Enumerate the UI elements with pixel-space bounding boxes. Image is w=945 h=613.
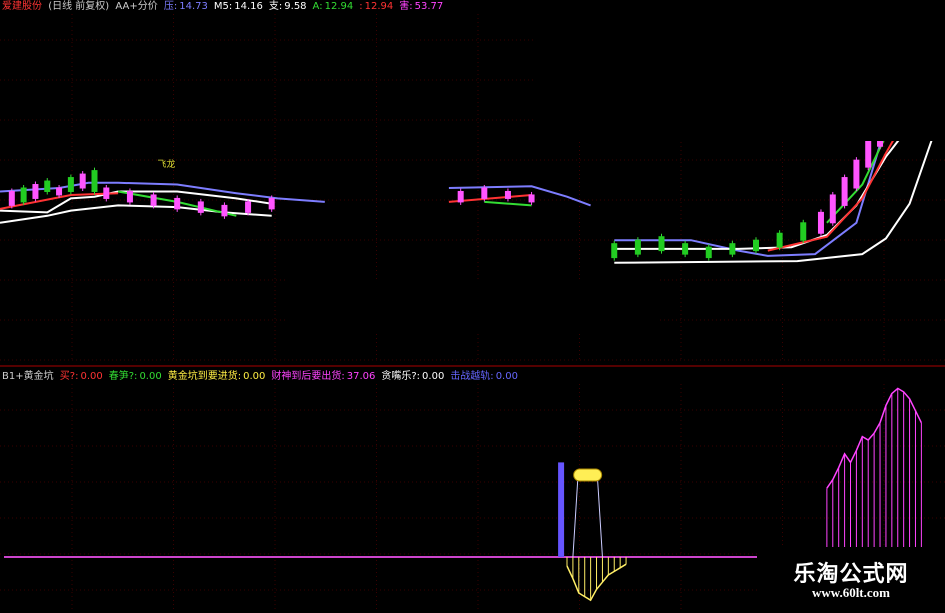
candle-body bbox=[829, 194, 836, 224]
indicator-header-item: 春笋?: 0.00 bbox=[109, 371, 165, 382]
period-label: (日线 前复权) bbox=[48, 1, 110, 12]
candle-body bbox=[79, 173, 86, 189]
indicator-header-item-value: 0.00 bbox=[495, 371, 518, 382]
annotation-label: 飞龙 bbox=[157, 158, 175, 170]
candle-body bbox=[32, 184, 39, 199]
indicator-header-item: 黄金坑到要进货: 0.00 bbox=[168, 371, 269, 382]
candle-body bbox=[174, 197, 181, 210]
main-header-item-label: A: bbox=[312, 1, 323, 12]
series-line bbox=[484, 200, 532, 207]
candle-body bbox=[853, 159, 860, 189]
candle-body bbox=[20, 187, 27, 203]
candle-body bbox=[457, 190, 464, 203]
main-header-item-value: 53.77 bbox=[414, 1, 444, 12]
candle-body bbox=[504, 190, 511, 199]
main-header-item: A: 12.94 bbox=[313, 1, 357, 12]
main-header-item-value: 14.16 bbox=[234, 1, 263, 12]
candle-body bbox=[800, 222, 807, 241]
indicator-name: AA+分价 bbox=[115, 1, 158, 12]
indicator-header-item: 买?: 0.00 bbox=[60, 371, 106, 382]
candle-body bbox=[245, 201, 252, 213]
indicator-bar bbox=[558, 462, 565, 557]
candle-body bbox=[56, 187, 63, 196]
candle-body bbox=[776, 232, 783, 248]
candle-body bbox=[67, 177, 74, 192]
watermark-logo: 乐淘公式网 www.60lt.com bbox=[757, 547, 945, 609]
chart-canvas[interactable]: 飞龙飞龙 bbox=[0, 0, 945, 609]
candle-body bbox=[753, 239, 759, 252]
candle-body bbox=[865, 138, 872, 168]
candle-body bbox=[44, 180, 51, 192]
main-header-item-label: 支: bbox=[268, 1, 283, 12]
candle-body bbox=[103, 187, 110, 199]
candle-body bbox=[611, 243, 618, 259]
pit-funnel-left bbox=[572, 480, 579, 558]
watermark-title: 乐淘公式网 bbox=[793, 561, 909, 587]
indicator-panel-header: B1+黄金坑 买?: 0.00 春笋?: 0.00 黄金坑到要进货: 0.00 财神到后要出… bbox=[2, 371, 527, 383]
main-panel-header: 爱建股份 (日线 前复权) AA+分价 压: 14.73 M5: 14.16 支: 9.5… bbox=[2, 1, 452, 13]
indicator-header-item-value: 0.00 bbox=[243, 371, 266, 382]
indicator-header-item: 贪嘴乐?: 0.00 bbox=[381, 371, 447, 382]
candle-body bbox=[126, 190, 133, 203]
indicator-header-item-value: 0.00 bbox=[422, 371, 445, 382]
indicator-header-item-value: 0.00 bbox=[139, 371, 162, 382]
indicator-header-item-label: 春笋?: bbox=[108, 371, 138, 382]
main-header-item-label: : bbox=[359, 1, 363, 12]
candle-body bbox=[705, 246, 712, 259]
stock-name: 爱建股份 bbox=[2, 1, 42, 12]
candle-body bbox=[634, 239, 641, 255]
indicator-header-item: 财神到后要出货: 37.06 bbox=[271, 371, 378, 382]
indicator-header-item-value: 0.00 bbox=[80, 371, 103, 382]
indicator-header-item: 击战越轨: 0.00 bbox=[450, 371, 521, 382]
stock-chart[interactable]: 飞龙飞龙 爱建股份 (日线 前复权) AA+分价 压:14.73M5:14.16… bbox=[0, 0, 945, 609]
candle-body bbox=[150, 194, 157, 206]
main-header-item-value: 14.73 bbox=[179, 1, 208, 12]
main-header-item-value: 9.58 bbox=[284, 1, 307, 12]
gold-coin-marker bbox=[573, 468, 603, 482]
candle-body bbox=[221, 204, 228, 217]
main-header-item: 压: 14.73 bbox=[164, 1, 211, 12]
watermark-url: www.60lt.com bbox=[812, 585, 890, 600]
indicator-header-item-label: 买?: bbox=[59, 371, 79, 382]
main-header-item-value: 12.94 bbox=[324, 1, 354, 12]
indicator-header-item-label: 黄金坑到要进货: bbox=[167, 371, 242, 382]
main-header-item: 支: 9.58 bbox=[269, 1, 310, 12]
candle-body bbox=[658, 236, 665, 252]
main-header-item-label: 压: bbox=[163, 1, 178, 12]
candle-body bbox=[729, 243, 736, 255]
main-header-item: :12.94 bbox=[359, 1, 396, 12]
main-header-item-label: 害: bbox=[399, 1, 413, 12]
main-header-item-label: M5: bbox=[213, 1, 233, 12]
candle-body bbox=[817, 211, 824, 234]
indicator-header-item-label: 贪嘴乐?: bbox=[381, 371, 421, 382]
main-header-item-value: 12.94 bbox=[364, 1, 394, 12]
candle-body bbox=[528, 194, 535, 203]
occlusion-box-middle bbox=[286, 279, 660, 331]
candle-body bbox=[481, 187, 488, 199]
candle-body bbox=[682, 243, 689, 255]
candle-body bbox=[8, 190, 15, 206]
indicator-header-item-label: 击战越轨: bbox=[450, 371, 494, 382]
indicator-header-item-label: 财神到后要出货: bbox=[271, 371, 345, 382]
candle-body bbox=[841, 177, 848, 206]
candle-body bbox=[91, 170, 98, 192]
candle-body bbox=[268, 197, 275, 210]
main-header-item: 害: 53.77 bbox=[399, 1, 446, 12]
main-header-item: M5: 14.16 bbox=[214, 1, 266, 12]
candle-body bbox=[197, 201, 204, 213]
pit-funnel-right bbox=[597, 480, 603, 558]
indicator-name-bottom: B1+黄金坑 bbox=[2, 371, 54, 382]
occlusion-box-top bbox=[534, 0, 945, 141]
indicator-header-item-value: 37.06 bbox=[346, 371, 376, 382]
